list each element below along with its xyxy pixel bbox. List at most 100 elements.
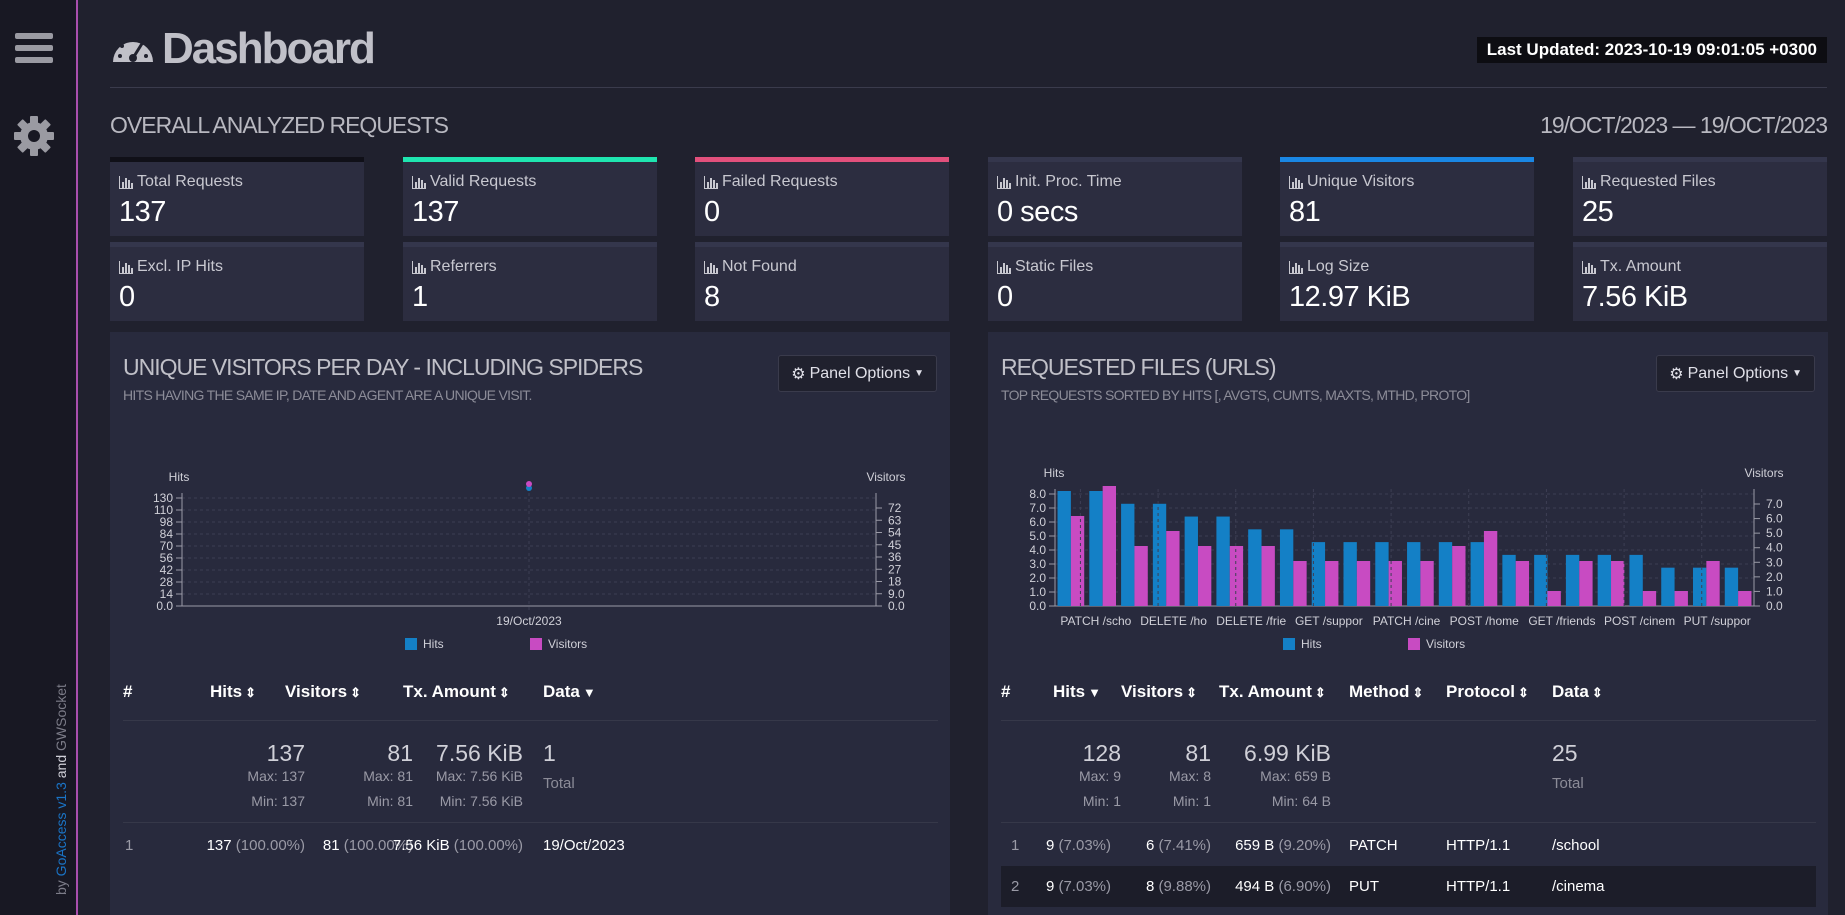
x-tick-label: GET /friends xyxy=(1528,614,1595,628)
y2-tick-label: 0.0 xyxy=(1766,599,1783,613)
col-protocol[interactable]: Protocol ⇕ xyxy=(1446,682,1529,702)
total-hits: 128 xyxy=(1082,740,1121,766)
col-hits[interactable]: Hits ⇕ xyxy=(210,682,256,702)
credits: by GoAccess v1.3 and GWSocket xyxy=(53,684,69,895)
visitors-chart: Hits Visitors0.0142842567084981101300.09.… xyxy=(153,470,906,651)
stat-card: Tx. Amount 7.56 KiB xyxy=(1573,242,1827,321)
stat-value: 25 xyxy=(1582,196,1614,228)
bar-hits xyxy=(1184,516,1198,606)
last-updated-label: Last Updated: 2023-10-19 09:01:05 +0300 xyxy=(1476,37,1827,63)
files-panel-options-button[interactable]: ⚙ Panel Options ▼ xyxy=(1656,355,1815,392)
bar-hits xyxy=(1534,554,1548,606)
legend-label-hits: Hits xyxy=(423,637,444,651)
table-row[interactable]: 2 9 (7.03%) 8 (9.88%) 494 B (6.90%) PUT … xyxy=(1001,866,1816,907)
stat-value: 12.97 KiB xyxy=(1289,281,1411,313)
bar-visitors xyxy=(1515,561,1530,606)
gear-icon[interactable] xyxy=(13,115,55,157)
y-axis-label: Hits xyxy=(169,470,190,484)
stat-value: 1 xyxy=(412,281,428,313)
x-tick-label: DELETE /ho xyxy=(1140,614,1207,628)
col-visitors[interactable]: Visitors ⇕ xyxy=(285,682,361,702)
col-visitors[interactable]: Visitors ⇕ xyxy=(1121,682,1197,702)
legend-label-hits: Hits xyxy=(1301,637,1322,651)
stat-label: Referrers xyxy=(412,258,497,276)
y2-tick-label: 54 xyxy=(888,526,902,540)
bar-hits xyxy=(1597,554,1612,606)
x-tick-label: PATCH /scho xyxy=(1060,614,1131,628)
bar-hits xyxy=(1565,554,1580,606)
col-hits[interactable]: Hits ▼ xyxy=(1053,682,1101,702)
y-tick-label: 2.0 xyxy=(1029,571,1046,585)
legend-swatch-hits xyxy=(405,638,417,650)
bar-chart-icon xyxy=(119,175,133,189)
y-tick-label: 7.0 xyxy=(1029,501,1046,515)
y2-axis-label: Visitors xyxy=(1744,466,1783,480)
x-tick-label: GET /suppor xyxy=(1295,614,1363,628)
page-header: Dashboard Last Updated: 2023-10-19 09:01… xyxy=(110,0,1827,88)
total-tx: 7.56 KiB xyxy=(436,740,523,766)
bar-hits xyxy=(1343,542,1357,606)
bar-hits xyxy=(1692,567,1707,606)
table-row[interactable]: 1 137 (100.00%) 81 (100.00%) 7.56 KiB (1… xyxy=(123,825,938,866)
y-tick-label: 70 xyxy=(160,539,174,553)
visitors-panel: UNIQUE VISITORS PER DAY - INCLUDING SPID… xyxy=(110,332,950,915)
stat-label: Tx. Amount xyxy=(1582,258,1681,276)
bar-hits xyxy=(1057,491,1071,606)
x-tick-label: 19/Oct/2023 xyxy=(496,614,562,628)
version-label: v1.3 xyxy=(53,782,69,809)
stat-card: Total Requests 137 xyxy=(110,157,364,236)
bar-visitors xyxy=(1229,546,1244,606)
sort-desc-icon: ▼ xyxy=(1088,685,1101,700)
col-method[interactable]: Method ⇕ xyxy=(1349,682,1423,702)
bar-chart-icon xyxy=(997,175,1011,189)
requested-files-panel: REQUESTED FILES (URLS) TOP REQUESTS SORT… xyxy=(988,332,1828,915)
y2-tick-label: 6.0 xyxy=(1766,512,1783,526)
sidebar: by GoAccess v1.3 and GWSocket xyxy=(0,0,78,915)
bar-chart-icon xyxy=(997,260,1011,274)
y-tick-label: 130 xyxy=(153,491,173,505)
stat-value: 7.56 KiB xyxy=(1582,281,1688,313)
bar-hits xyxy=(1407,542,1421,606)
bar-visitors xyxy=(1197,546,1212,606)
stat-label: Requested Files xyxy=(1582,173,1716,191)
legend-swatch-hits xyxy=(1283,638,1295,650)
stat-card: Excl. IP Hits 0 xyxy=(110,242,364,321)
bar-chart-icon xyxy=(1582,175,1596,189)
col-data[interactable]: Data ▼ xyxy=(543,682,596,702)
menu-icon[interactable] xyxy=(15,33,53,67)
caret-down-icon: ▼ xyxy=(1792,368,1802,379)
gear-icon: ⚙ xyxy=(1669,365,1684,383)
stat-card: Requested Files 25 xyxy=(1573,157,1827,236)
stat-label: Failed Requests xyxy=(704,173,838,191)
y-tick-label: 42 xyxy=(160,563,174,577)
stat-card: Referrers 1 xyxy=(403,242,657,321)
bar-chart-icon xyxy=(412,175,426,189)
visitors-panel-options-button[interactable]: ⚙ Panel Options ▼ xyxy=(778,355,937,392)
col-tx-amount[interactable]: Tx. Amount ⇕ xyxy=(1219,682,1326,702)
y2-tick-label: 4.0 xyxy=(1766,541,1783,555)
y2-tick-label: 1.0 xyxy=(1766,584,1783,598)
date-range: 19/OCT/2023 — 19/OCT/2023 xyxy=(1540,112,1828,138)
bar-chart-icon xyxy=(412,260,426,274)
bar-hits xyxy=(1724,567,1739,606)
legend-swatch-visitors xyxy=(530,638,542,650)
col-tx-amount[interactable]: Tx. Amount ⇕ xyxy=(403,682,510,702)
x-tick-label: PATCH /cine xyxy=(1373,614,1441,628)
stat-value: 0 xyxy=(704,196,720,228)
stat-value: 0 secs xyxy=(997,196,1078,228)
stat-value: 0 xyxy=(119,281,135,313)
total-tx: 6.99 KiB xyxy=(1244,740,1331,766)
legend-label-visitors: Visitors xyxy=(1426,637,1465,651)
table-row[interactable]: 1 9 (7.03%) 6 (7.41%) 659 B (9.20%) PATC… xyxy=(1001,825,1816,866)
goaccess-link[interactable]: GoAccess xyxy=(53,813,69,877)
gwsocket-link[interactable]: GWSocket xyxy=(53,684,69,751)
y-tick-label: 5.0 xyxy=(1029,529,1046,543)
bar-hits xyxy=(1438,542,1453,606)
y2-tick-label: 45 xyxy=(888,538,902,552)
sort-icon: ⇕ xyxy=(1186,685,1197,700)
y-tick-label: 110 xyxy=(154,503,173,517)
bar-visitors xyxy=(1738,591,1752,606)
bar-visitors xyxy=(1325,561,1339,606)
col-data[interactable]: Data ⇕ xyxy=(1552,682,1603,702)
sort-icon: ⇕ xyxy=(1314,685,1326,700)
